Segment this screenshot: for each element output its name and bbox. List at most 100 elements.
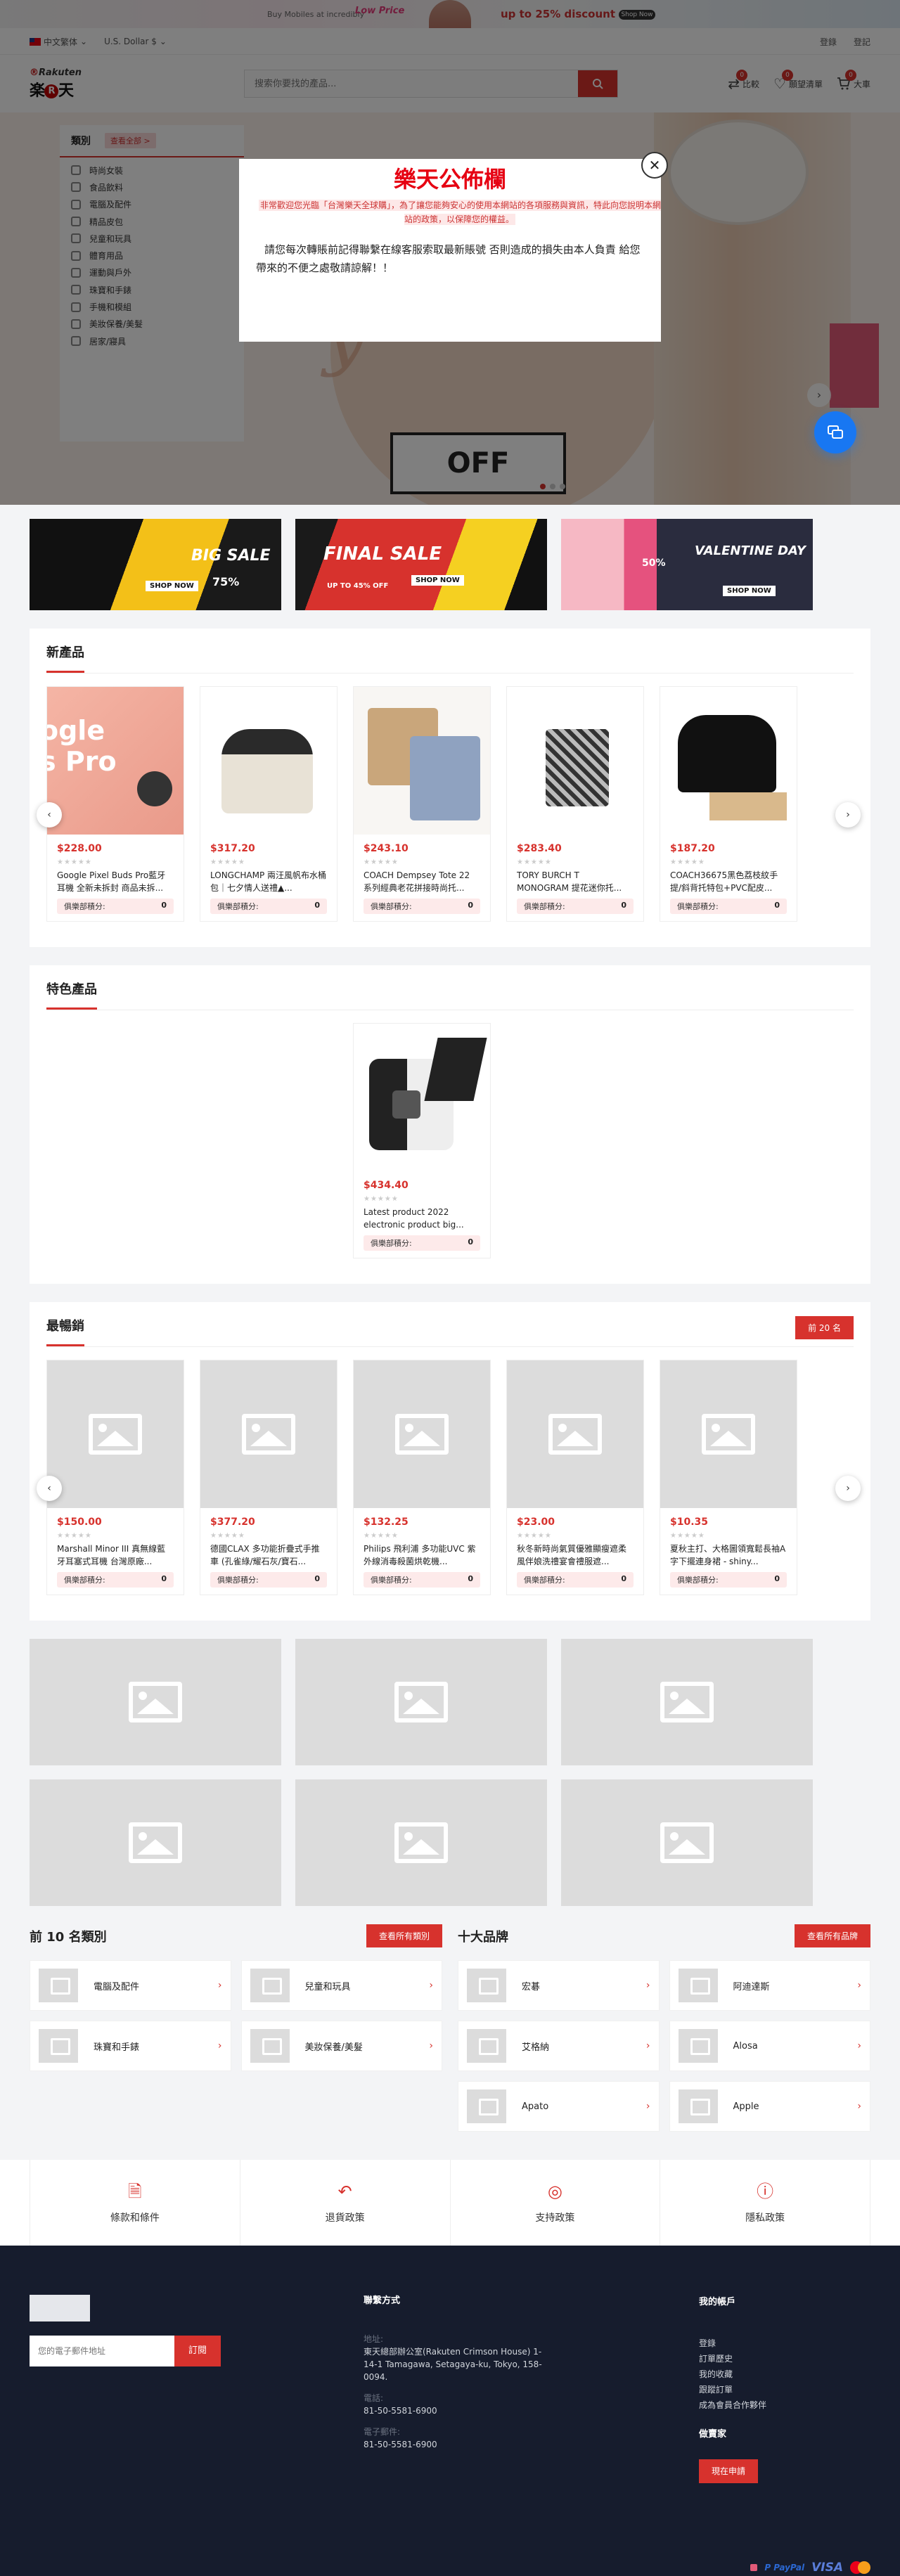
brand-tile[interactable]: Apato › [458, 2081, 660, 2132]
address-label: 地址: [364, 2334, 384, 2344]
product-name[interactable]: Marshall Minor III 真無線藍牙耳塞式耳機 台灣原廠... [57, 1543, 174, 1568]
product-card[interactable]: $23.00 ★★★★★ 秋冬新時尚氣質優雅顯瘦遮柔風伴娘洗禮宴會禮服遮... 俱樂部… [506, 1360, 644, 1595]
category-tile[interactable]: 美妝保養/美髮 › [240, 2021, 442, 2071]
product-name[interactable]: Latest product 2022 electronic product b… [364, 1206, 480, 1231]
view-all-brands-button[interactable]: 查看所有品牌 [794, 1924, 870, 1947]
club-points-value: 0 [314, 901, 320, 910]
promo-image-tile[interactable] [561, 1639, 813, 1765]
product-image[interactable] [507, 687, 643, 835]
chevron-right-icon: › [645, 2101, 650, 2112]
club-points: 俱樂部積分: 0 [57, 899, 174, 914]
product-card[interactable]: $434.40 ★★★★★ Latest product 2022 electron… [353, 1023, 491, 1258]
category-tile-label: 美妝保養/美髮 [304, 2042, 363, 2053]
promo-image-tile[interactable] [30, 1639, 281, 1765]
carousel-next-button[interactable]: › [835, 1476, 861, 1501]
image-placeholder-icon [129, 1682, 182, 1722]
product-card[interactable]: ogle s Pro $228.00 ★★★★★ Google Pixel Buds P… [46, 686, 184, 922]
account-link[interactable]: 我的收藏 [699, 2366, 766, 2382]
apply-button[interactable]: 現在申請 [699, 2459, 759, 2483]
product-name[interactable]: 秋冬新時尚氣質優雅顯瘦遮柔風伴娘洗禮宴會禮服遮... [517, 1543, 634, 1568]
product-image[interactable] [47, 1360, 184, 1508]
brand-tile[interactable]: 艾格納 › [458, 2021, 660, 2071]
product-card[interactable]: $10.35 ★★★★★ 夏秋主打、大格圖領寬鬆長袖A字下擺連身裙 - shiny.… [660, 1360, 797, 1595]
product-name[interactable]: Philips 飛利浦 多功能UVC 紫外線消毒殺菌烘乾機... [364, 1543, 480, 1568]
chat-button[interactable] [814, 411, 856, 453]
product-card[interactable]: $132.25 ★★★★★ Philips 飛利浦 多功能UVC 紫外線消毒殺菌烘乾… [353, 1360, 491, 1595]
promo-banner-3[interactable]: VALENTINE DAY 50% SHOP NOW [561, 519, 813, 610]
product-card[interactable]: $283.40 ★★★★★ TORY BURCH T MONOGRAM 提花迷你托.… [506, 686, 644, 922]
account-link[interactable]: 跟蹤訂單 [699, 2382, 766, 2397]
chevron-right-icon: › [645, 1980, 650, 1991]
promo-image-tile[interactable] [561, 1779, 813, 1906]
newsletter-email-input[interactable] [30, 2336, 174, 2366]
product-image[interactable] [354, 1360, 490, 1508]
product-price: $132.25 [364, 1516, 409, 1528]
product-price: $150.00 [57, 1516, 102, 1528]
rating-stars-icon: ★★★★★ [517, 1532, 552, 1540]
product-image[interactable]: ogle s Pro [47, 687, 184, 835]
bestsellers-section: 最暢銷 前 20 名 ‹ › $150.00 ★★★★★ Marshall Mino… [30, 1302, 870, 1621]
product-name[interactable]: 德國CLAX 多功能折疊式手推車 (孔雀綠/耀石灰/寶石... [210, 1543, 327, 1568]
close-icon[interactable]: ✕ [641, 152, 668, 179]
product-name[interactable]: COACH Dempsey Tote 22 系列經典老花拼接時尚托... [364, 869, 480, 894]
account-link[interactable]: 登錄 [699, 2336, 766, 2351]
policy-link[interactable]: 🗎 條款和條件 [30, 2160, 240, 2246]
brand-tile[interactable]: 阿迪達斯 › [669, 1960, 870, 2011]
category-tile[interactable]: 珠寶和手錶 › [30, 2021, 231, 2071]
product-card[interactable]: $187.20 ★★★★★ COACH36675黑色荔枝紋手提/斜背托特包+PVC配… [660, 686, 797, 922]
product-image[interactable] [354, 687, 490, 835]
product-image[interactable] [200, 687, 337, 835]
chevron-right-icon: › [429, 1980, 433, 1991]
product-name[interactable]: 夏秋主打、大格圖領寬鬆長袖A字下擺連身裙 - shiny... [670, 1543, 787, 1568]
category-tile[interactable]: 兒童和玩具 › [240, 1960, 442, 2011]
product-name[interactable]: Google Pixel Buds Pro藍牙耳機 全新未拆封 商品未拆... [57, 869, 174, 894]
policy-link[interactable]: ↶ 退貨政策 [239, 2160, 450, 2246]
rating-stars-icon: ★★★★★ [670, 1532, 705, 1540]
promo-image-tile[interactable] [295, 1639, 547, 1765]
brand-tile[interactable]: Apple › [669, 2081, 870, 2132]
account-link[interactable]: 成為會員合作夥伴 [699, 2397, 766, 2413]
product-name[interactable]: LONGCHAMP 兩汪風帆布水桶包｜七夕情人送禮▲... [210, 869, 327, 894]
footer-logo[interactable] [30, 2295, 90, 2321]
policy-link[interactable]: ◎ 支持政策 [449, 2160, 660, 2246]
view-all-categories-button[interactable]: 查看所有類別 [366, 1924, 442, 1947]
promo-image-tile[interactable] [30, 1779, 281, 1906]
carousel-prev-button[interactable]: ‹ [37, 1476, 62, 1501]
subscribe-button[interactable]: 訂閱 [174, 2336, 221, 2366]
phone-label: 電話: [364, 2393, 384, 2403]
promo-image-tile[interactable] [295, 1779, 547, 1906]
product-card[interactable]: $317.20 ★★★★★ LONGCHAMP 兩汪風帆布水桶包｜七夕情人送禮▲..… [200, 686, 338, 922]
banner-shop-now: SHOP NOW [411, 575, 464, 586]
product-card[interactable]: $377.20 ★★★★★ 德國CLAX 多功能折疊式手推車 (孔雀綠/耀石灰/寶石… [200, 1360, 338, 1595]
product-image[interactable] [200, 1360, 337, 1508]
promo-banner-2[interactable]: FINAL SALE UP TO 45% OFF SHOP NOW [295, 519, 547, 610]
policy-label: 條款和條件 [110, 2213, 160, 2224]
club-points-label: 俱樂部積分: [371, 1576, 412, 1585]
product-name[interactable]: TORY BURCH T MONOGRAM 提花迷你托... [517, 869, 634, 894]
brand-tile[interactable]: Alosa › [669, 2021, 870, 2071]
banner-headline: FINAL SALE [323, 543, 442, 565]
product-card[interactable]: $150.00 ★★★★★ Marshall Minor III 真無線藍牙耳塞式耳… [46, 1360, 184, 1595]
carousel-prev-button[interactable]: ‹ [37, 802, 62, 827]
policy-link[interactable]: ⓘ 隱私政策 [660, 2160, 870, 2246]
product-name[interactable]: COACH36675黑色荔枝紋手提/斜背托特包+PVC配皮... [670, 869, 787, 894]
top-brands: 十大品牌 查看所有品牌 宏碁 › 阿迪達斯 › 艾格納 › Alosa › Apato › Appl… [458, 1924, 870, 2132]
rating-stars-icon: ★★★★★ [670, 858, 705, 866]
club-points-label: 俱樂部積分: [371, 1239, 412, 1248]
rating-stars-icon: ★★★★★ [57, 1532, 92, 1540]
category-tile[interactable]: 電腦及配件 › [30, 1960, 231, 2011]
product-image[interactable] [660, 687, 797, 835]
product-image[interactable] [660, 1360, 797, 1508]
top20-button[interactable]: 前 20 名 [795, 1316, 854, 1339]
return-icon: ↶ [338, 2182, 352, 2201]
carousel-next-button[interactable]: › [835, 802, 861, 827]
product-image[interactable] [507, 1360, 643, 1508]
product-card[interactable]: $243.10 ★★★★★ COACH Dempsey Tote 22 系列經典老花… [353, 686, 491, 922]
payment-icon [750, 2564, 758, 2571]
club-points-label: 俱樂部積分: [524, 1576, 565, 1585]
product-image[interactable] [354, 1024, 490, 1171]
banner-subtext: 75% [212, 575, 240, 588]
brand-tile[interactable]: 宏碁 › [458, 1960, 660, 2011]
account-link[interactable]: 訂單歷史 [699, 2351, 766, 2366]
promo-banner-1[interactable]: BIG SALE 75% SHOP NOW [30, 519, 281, 610]
